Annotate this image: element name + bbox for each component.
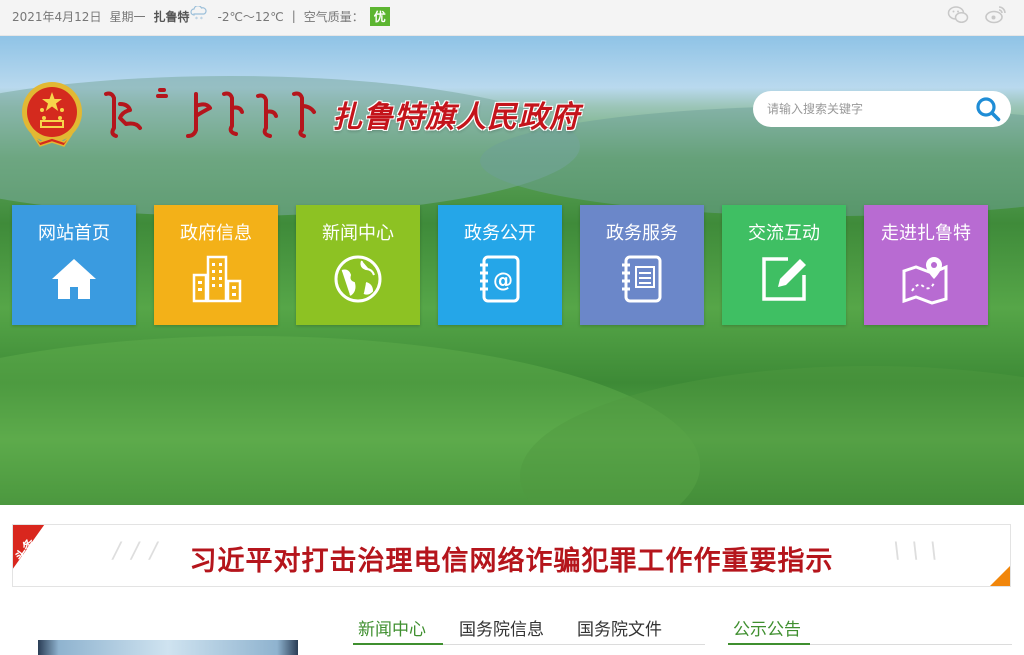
nav-item-interaction[interactable]: 交流互动 [722, 205, 846, 325]
nav-item-label: 交流互动 [748, 223, 820, 244]
headline-banner: 头条 / / / \ \ \ 习近平对打击治理电信网络诈骗犯罪工作作重要指示 [12, 524, 1011, 587]
tab-state-council-info[interactable]: 国务院信息 [459, 615, 544, 640]
header-banner: 扎鲁特旗人民政府 网站首页 政府信息 新闻中心 政务公开 [0, 36, 1024, 505]
home-icon [48, 253, 100, 305]
address-book-icon: @ [474, 253, 526, 305]
nav-item-about-zalute[interactable]: 走进扎鲁特 [864, 205, 988, 325]
divider-text: | [291, 9, 296, 23]
top-info-bar: 2021年4月12日 星期一 扎鲁特 * * -2℃～12℃ | 空气质量： 优 [0, 0, 1024, 36]
active-tab-underline [353, 643, 443, 645]
wechat-icon[interactable] [946, 4, 970, 26]
search-icon[interactable] [973, 95, 1003, 123]
map-pin-icon [900, 253, 952, 305]
city-name: 扎鲁特 [153, 9, 190, 24]
mongolian-script-logo [98, 86, 324, 142]
active-tab-underline [728, 643, 810, 645]
search-input[interactable] [767, 94, 967, 124]
nav-item-gov-affairs[interactable]: 政务公开 @ [438, 205, 562, 325]
temperature-text: -2℃～12℃ [217, 9, 284, 24]
notebook-icon [616, 253, 668, 305]
snow-cloud-icon: * * [189, 5, 209, 26]
tab-news-center[interactable]: 新闻中心 [358, 615, 426, 640]
notice-tabs: 公示公告 [728, 609, 1012, 645]
svg-text:* *: * * [195, 16, 203, 22]
nav-item-label: 政府信息 [180, 223, 252, 244]
air-quality-badge: 优 [369, 6, 390, 26]
nav-item-gov-info[interactable]: 政府信息 [154, 205, 278, 325]
news-tabs: 新闻中心 国务院信息 国务院文件 [353, 609, 705, 645]
nav-item-label: 走进扎鲁特 [881, 223, 971, 244]
svg-text:@: @ [493, 268, 513, 292]
headline-corner-decor [990, 566, 1010, 586]
date-text: 2021年4月12日 [12, 9, 102, 24]
weekday-text: 星期一 [109, 9, 146, 24]
nav-item-label: 新闻中心 [322, 223, 394, 244]
site-title: 扎鲁特旗人民政府 [332, 100, 580, 135]
weibo-icon[interactable] [984, 4, 1008, 26]
national-emblem-icon[interactable] [20, 80, 84, 152]
nav-item-label: 政务服务 [606, 223, 678, 244]
headline-link[interactable]: 习近平对打击治理电信网络诈骗犯罪工作作重要指示 [13, 539, 1010, 578]
main-nav: 网站首页 政府信息 新闻中心 政务公开 @ 政务服务 交流互动 走进扎鲁特 [12, 205, 988, 325]
globe-icon [332, 253, 384, 305]
tab-state-council-docs[interactable]: 国务院文件 [577, 615, 662, 640]
news-thumbnail[interactable] [38, 640, 298, 655]
search-box [753, 91, 1011, 127]
nav-item-label: 政务公开 [464, 223, 536, 244]
buildings-icon [190, 253, 242, 305]
nav-item-label: 网站首页 [38, 223, 110, 244]
tab-public-notice[interactable]: 公示公告 [733, 615, 801, 640]
nav-item-home[interactable]: 网站首页 [12, 205, 136, 325]
air-quality-label: 空气质量： [303, 9, 364, 24]
date-weather-info: 2021年4月12日 星期一 扎鲁特 * * -2℃～12℃ | 空气质量： 优 [12, 0, 390, 32]
social-links [946, 4, 1008, 26]
edit-icon [758, 253, 810, 305]
nav-item-gov-service[interactable]: 政务服务 [580, 205, 704, 325]
nav-item-news[interactable]: 新闻中心 [296, 205, 420, 325]
